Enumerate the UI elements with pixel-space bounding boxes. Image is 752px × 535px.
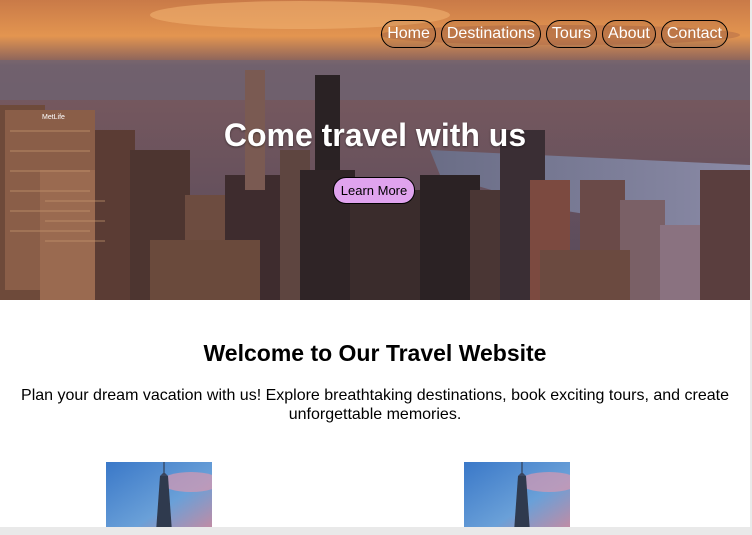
nav-tours[interactable]: Tours [545, 20, 598, 48]
nav-about[interactable]: About [602, 20, 656, 48]
skyscraper-image [106, 462, 212, 532]
welcome-text: Plan your dream vacation with us! Explor… [21, 387, 729, 423]
horizontal-scrollbar[interactable] [0, 527, 752, 535]
destination-thumbnail[interactable] [106, 462, 212, 532]
hero-banner: MetLife Home Destinations Tours About Co… [0, 0, 750, 300]
welcome-title: Welcome to Our Travel Website [203, 340, 547, 366]
nav-contact[interactable]: Contact [660, 20, 728, 48]
destination-thumbnail[interactable] [464, 462, 570, 532]
hero-title: Come travel with us [223, 117, 527, 153]
skyscraper-image [464, 462, 570, 532]
learn-more-button[interactable]: Learn More [333, 177, 415, 204]
nav-home[interactable]: Home [381, 20, 436, 48]
nav-destinations[interactable]: Destinations [440, 20, 541, 48]
main-nav: Home Destinations Tours About Contact [381, 20, 728, 48]
